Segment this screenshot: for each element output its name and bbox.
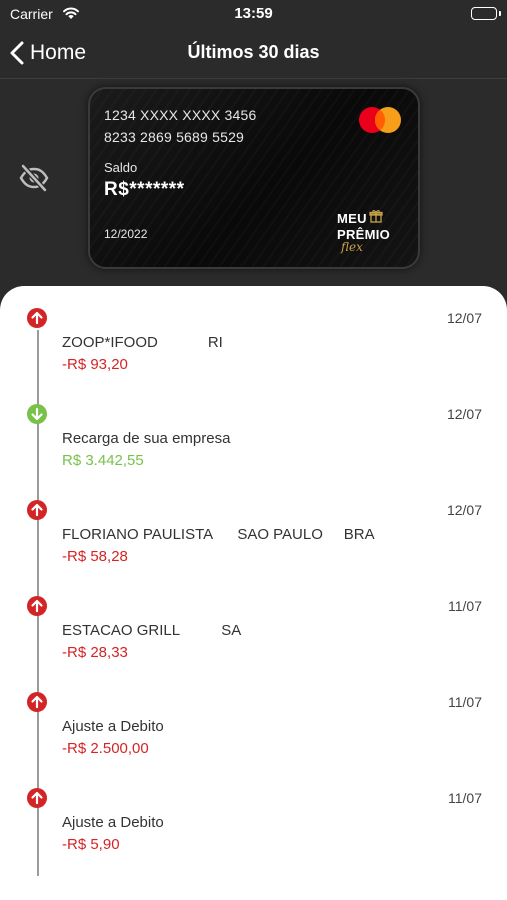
arrow-up-icon [27, 788, 47, 808]
balance-label: Saldo [104, 160, 138, 175]
transaction-description: Recarga de sua empresa [62, 430, 231, 447]
status-bar: Carrier 13:59 [0, 0, 507, 28]
page-title: Últimos 30 dias [187, 42, 320, 62]
transaction-description: Ajuste a Debito [62, 814, 164, 831]
card-expiry: 12/2022 [104, 227, 148, 241]
eye-off-icon[interactable] [19, 164, 49, 192]
transaction-amount: -R$ 28,33 [62, 644, 128, 661]
transaction-date: 11/07 [448, 598, 482, 614]
card-masked-number: 1234 XXXX XXXX 3456 [104, 107, 257, 123]
transaction-date: 12/07 [446, 406, 482, 422]
transaction-description: Ajuste a Debito [62, 718, 164, 735]
transaction-date: 11/07 [448, 694, 482, 710]
transaction-amount: -R$ 2.500,00 [62, 740, 149, 757]
transaction-amount: R$ 3.442,55 [62, 452, 144, 469]
brand-line1: MEU [337, 211, 367, 226]
transaction-description: ZOOP*IFOOD RI [62, 334, 223, 351]
transaction-description: ESTACAO GRILL SA [62, 622, 242, 639]
mastercard-logo-icon [358, 106, 402, 139]
transaction-date: 12/07 [446, 310, 482, 326]
arrow-up-icon [27, 500, 47, 520]
transaction-item[interactable]: 12/07 ZOOP*IFOOD RI -R$ 93,20 [0, 308, 507, 400]
transaction-item[interactable]: 11/07 Ajuste a Debito -R$ 2.500,00 [0, 692, 507, 784]
gift-icon [369, 209, 383, 228]
transaction-amount: -R$ 93,20 [62, 356, 128, 373]
transaction-item[interactable]: 12/07 Recarga de sua empresa R$ 3.442,55 [0, 404, 507, 496]
clock: 13:59 [234, 5, 273, 22]
battery-icon [471, 7, 497, 20]
transaction-date: 12/07 [446, 502, 482, 518]
transaction-description: FLORIANO PAULISTA SAO PAULO BRA [62, 526, 375, 543]
arrow-up-icon [27, 692, 47, 712]
transaction-amount: -R$ 58,28 [62, 548, 128, 565]
transaction-item[interactable]: 11/07 Ajuste a Debito -R$ 5,90 [0, 788, 507, 880]
arrow-up-icon [27, 308, 47, 328]
credit-card[interactable]: 1234 XXXX XXXX 3456 8233 2869 5689 5529 … [88, 87, 420, 269]
transaction-amount: -R$ 5,90 [62, 836, 120, 853]
card-number: 8233 2869 5689 5529 [104, 129, 245, 145]
transaction-item[interactable]: 11/07 ESTACAO GRILL SA -R$ 28,33 [0, 596, 507, 688]
battery-cap [499, 11, 501, 16]
brand-line3: flex [341, 240, 363, 254]
balance-value: R$******* [104, 179, 185, 200]
arrow-up-icon [27, 596, 47, 616]
brand-logo: MEU PRÊMIO flex [337, 209, 399, 259]
transaction-date: 11/07 [448, 790, 482, 806]
transaction-item[interactable]: 12/07 FLORIANO PAULISTA SAO PAULO BRA -R… [0, 500, 507, 592]
navigation-bar: Home Últimos 30 dias [0, 28, 507, 79]
arrow-down-icon [27, 404, 47, 424]
